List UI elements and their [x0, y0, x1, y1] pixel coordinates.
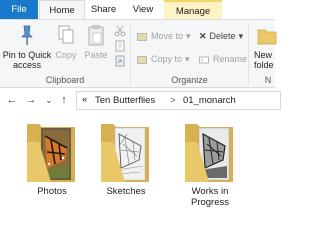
chevron-down-icon: ▾ — [238, 31, 244, 41]
back-arrow-icon[interactable]: ← — [5, 92, 19, 108]
move-to-label: Move to — [151, 31, 184, 41]
address-overflow-icon[interactable]: « — [82, 94, 87, 105]
delete-x-icon: ✕ — [199, 31, 207, 41]
folder-item[interactable]: Sketches — [96, 120, 156, 240]
copy-label: Copy — [55, 50, 77, 60]
chevron-down-icon: ▾ — [185, 54, 190, 64]
folder-item[interactable]: Works in Progress — [180, 120, 240, 240]
folder-label: Works in — [191, 186, 229, 197]
pin-label-line2: access — [12, 60, 41, 70]
delete-label: Delete — [209, 31, 236, 41]
move-to-button[interactable]: Move to ▾ — [137, 29, 191, 43]
copy-to-button[interactable]: Copy to ▾ — [137, 52, 190, 66]
folder-label-line2: Progress — [190, 197, 229, 208]
clipboard-group-label: Clipboard — [45, 75, 85, 85]
copy-to-icon — [137, 55, 147, 64]
forward-arrow-icon[interactable]: → — [24, 92, 38, 108]
cut-icon[interactable] — [114, 25, 126, 37]
pin-icon — [21, 25, 33, 45]
ribbon: Pin to Quick access Copy Paste Clipboard — [0, 19, 277, 88]
group-divider — [130, 23, 131, 85]
tab-home[interactable]: Home — [39, 0, 85, 19]
folder-item[interactable]: Photos — [22, 120, 82, 240]
organize-group-label: Organize — [171, 75, 208, 85]
breadcrumb-01-monarch[interactable]: 01_monarch — [183, 95, 236, 106]
recent-locations-chevron-icon[interactable]: ⌄ — [42, 92, 56, 108]
new-folder-label-line1: New — [254, 50, 273, 60]
folder-view: Photos Sketches Works in Progress — [0, 112, 275, 240]
tab-manage[interactable]: Manage — [164, 0, 222, 19]
new-group-label: N — [264, 75, 272, 85]
paste-button[interactable]: Paste — [82, 24, 110, 60]
rename-icon — [199, 56, 209, 64]
breadcrumb-ten-butterflies[interactable]: Ten Butterflies — [95, 95, 155, 106]
folder-sketches-icon — [101, 124, 149, 182]
new-folder-icon — [257, 29, 277, 45]
copy-path-icon[interactable] — [114, 40, 126, 52]
paste-shortcut-icon[interactable] — [114, 55, 126, 67]
folder-photos-icon — [27, 124, 75, 182]
ribbon-tabs: File Home Share View Manage — [0, 0, 275, 19]
tab-view[interactable]: View — [124, 0, 162, 19]
tab-share[interactable]: Share — [85, 0, 122, 19]
rename-label: Rename — [213, 54, 248, 64]
folder-works-in-progress-icon — [185, 124, 233, 182]
group-divider — [248, 23, 249, 85]
copy-button[interactable]: Copy — [54, 24, 78, 60]
copy-to-label: Copy to — [151, 54, 183, 64]
tab-file[interactable]: File — [0, 0, 38, 19]
rename-button[interactable]: Rename — [199, 52, 247, 66]
folder-label: Sketches — [106, 186, 146, 197]
chevron-down-icon: ▾ — [186, 31, 191, 41]
new-folder-button[interactable]: New folde — [254, 24, 282, 70]
pin-label-line1: Pin to Quick — [2, 50, 52, 60]
copy-icon — [58, 25, 74, 44]
move-to-icon — [137, 32, 147, 41]
navigation-bar: ← → ⌄ ↑ « Ten Butterflies > 01_monarch — [0, 88, 281, 112]
folder-label: Photos — [37, 186, 67, 197]
pin-to-quick-access-button[interactable]: Pin to Quick access — [2, 24, 52, 70]
up-arrow-icon[interactable]: ↑ — [57, 92, 71, 108]
address-bar[interactable]: « Ten Butterflies > 01_monarch — [76, 91, 281, 110]
new-folder-label-line2: folde — [254, 60, 274, 70]
delete-button[interactable]: ✕ Delete ▾ — [199, 29, 243, 43]
paste-label: Paste — [84, 50, 108, 60]
breadcrumb-separator[interactable]: > — [170, 95, 176, 106]
clipboard-icon — [88, 25, 104, 46]
